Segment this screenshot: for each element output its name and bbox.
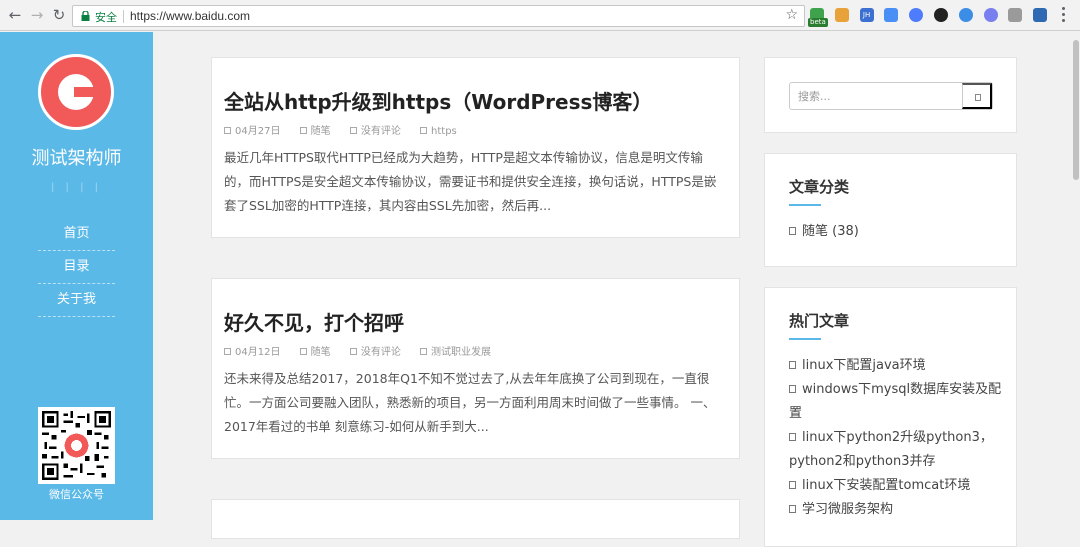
screenshot-ext-icon[interactable] xyxy=(1008,8,1023,22)
post-meta: 04月27日 随笔 没有评论 https xyxy=(224,122,473,137)
hot-posts-widget: 热门文章 linux下配置java环境 windows下mysql数据库安装及配… xyxy=(764,287,1017,547)
document-icon xyxy=(789,385,796,393)
clock-icon xyxy=(224,348,231,355)
post-category[interactable]: 随笔 xyxy=(299,343,331,358)
hot-post-item[interactable]: windows下mysql数据库安装及配置 xyxy=(789,378,1004,426)
category-label[interactable]: 随笔 (38) xyxy=(802,224,859,239)
post-tag-text[interactable]: 测试职业发展 xyxy=(431,347,491,358)
beta-badge: beta xyxy=(808,18,828,27)
reload-button[interactable]: ↻ xyxy=(50,6,68,24)
post-title[interactable]: 全站从http升级到https（WordPress博客） xyxy=(224,86,652,115)
shield-ext-icon[interactable] xyxy=(909,8,924,22)
wechat-qr-code xyxy=(38,407,115,484)
document-icon xyxy=(789,361,796,369)
qr-code-image xyxy=(42,411,111,480)
bookmark-star-icon[interactable]: ☆ xyxy=(785,7,798,23)
forward-button[interactable]: → xyxy=(28,6,46,24)
site-logo[interactable] xyxy=(38,54,114,130)
widget-title: 热门文章 xyxy=(789,312,850,330)
post-meta: 04月12日 随笔 没有评论 测试职业发展 xyxy=(224,343,507,358)
folder-icon xyxy=(299,348,307,355)
scrollbar-thumb[interactable] xyxy=(1073,40,1079,180)
hot-post-item[interactable]: linux下配置java环境 xyxy=(789,354,1004,378)
sidebar-nav: 首页 目录 关于我 xyxy=(38,218,115,317)
sidebar-item-catalog[interactable]: 目录 xyxy=(38,251,115,284)
page-scrollbar[interactable] xyxy=(1072,32,1080,520)
post-category-text[interactable]: 随笔 xyxy=(311,347,331,358)
post-date: 04月12日 xyxy=(224,343,280,358)
k-ext-icon[interactable] xyxy=(934,8,948,22)
search-input[interactable] xyxy=(790,83,962,109)
sidebar-item-about[interactable]: 关于我 xyxy=(38,284,115,317)
qr-caption: 微信公众号 xyxy=(49,488,104,501)
document-icon xyxy=(789,505,796,513)
folder-icon xyxy=(299,127,307,134)
post-comments-text[interactable]: 没有评论 xyxy=(361,347,401,358)
hot-post-list: linux下配置java环境 windows下mysql数据库安装及配置 lin… xyxy=(789,354,1004,522)
address-bar[interactable]: 安全 https://www.baidu.com ☆ xyxy=(72,5,805,27)
search-widget xyxy=(764,57,1017,133)
post-card: 好久不见，打个招呼 04月12日 随笔 没有评论 测试职业发展 还未来得及总结2… xyxy=(211,278,740,459)
post-card xyxy=(211,499,740,539)
post-date-text: 04月27日 xyxy=(235,126,281,137)
post-tag[interactable]: 测试职业发展 xyxy=(420,343,491,358)
tag-icon xyxy=(420,348,428,355)
post-tag[interactable]: https xyxy=(420,126,457,137)
comment-icon xyxy=(349,127,357,134)
post-tag-text[interactable]: https xyxy=(431,126,457,137)
hot-post-item[interactable]: linux下python2升级python3，python2和python3并存 xyxy=(789,426,1004,474)
site-tagline: | | | | xyxy=(50,182,102,193)
site-title[interactable]: 测试架构师 xyxy=(0,144,153,170)
jh-icon[interactable]: JH xyxy=(859,8,874,22)
sidebar-item-home[interactable]: 首页 xyxy=(38,218,115,251)
back-button[interactable]: ← xyxy=(6,6,24,24)
post-card: 全站从http升级到https（WordPress博客） 04月27日 随笔 没… xyxy=(211,57,740,238)
translate-icon[interactable] xyxy=(884,8,899,22)
clock-icon xyxy=(224,127,231,134)
hot-post-link[interactable]: linux下python2升级python3，python2和python3并存 xyxy=(789,430,993,469)
hot-post-item[interactable]: linux下安装配置tomcat环境 xyxy=(789,474,1004,498)
post-comments-text[interactable]: 没有评论 xyxy=(361,126,401,137)
browser-toolbar: ← → ↻ 安全 https://www.baidu.com ☆ JH beta xyxy=(0,0,1080,31)
hot-post-link[interactable]: 学习微服务架构 xyxy=(802,502,893,517)
hot-post-item[interactable]: 学习微服务架构 xyxy=(789,498,1004,522)
url-separator xyxy=(123,10,124,23)
widget-title-underline xyxy=(789,338,821,340)
tag-icon xyxy=(420,127,428,134)
cookie-icon[interactable] xyxy=(834,8,849,22)
comment-icon xyxy=(349,348,357,355)
search-box xyxy=(789,82,993,110)
widget-title-underline xyxy=(789,204,821,206)
post-category[interactable]: 随笔 xyxy=(299,122,331,137)
post-title[interactable]: 好久不见，打个招呼 xyxy=(224,307,404,336)
link-ext-icon[interactable] xyxy=(958,8,973,22)
folder-icon xyxy=(789,227,796,235)
post-date-text: 04月12日 xyxy=(235,347,281,358)
secure-label: 安全 xyxy=(95,11,117,24)
category-item[interactable]: 随笔 (38) xyxy=(789,220,1004,244)
post-excerpt: 最近几年HTTPS取代HTTP已经成为大趋势，HTTP是超文本传输协议，信息是明… xyxy=(224,150,717,213)
category-list: 随笔 (38) xyxy=(789,220,1004,244)
widget-title: 文章分类 xyxy=(789,178,850,196)
vpn-ext-icon[interactable] xyxy=(1033,8,1048,22)
left-sidebar: 测试架构师 | | | | 首页 目录 关于我 微信公众号 xyxy=(0,32,153,520)
post-comments[interactable]: 没有评论 xyxy=(349,122,401,137)
document-icon xyxy=(789,433,796,441)
post-category-text[interactable]: 随笔 xyxy=(311,126,331,137)
search-button[interactable] xyxy=(962,83,992,109)
hot-post-link[interactable]: windows下mysql数据库安装及配置 xyxy=(789,382,1001,421)
chrome-ext-icon[interactable] xyxy=(983,8,998,22)
browser-menu-icon[interactable] xyxy=(1062,7,1066,23)
url-text[interactable]: https://www.baidu.com xyxy=(130,9,250,23)
post-comments[interactable]: 没有评论 xyxy=(349,343,401,358)
lock-icon xyxy=(81,11,90,21)
document-icon xyxy=(789,481,796,489)
categories-widget: 文章分类 随笔 (38) xyxy=(764,153,1017,267)
search-icon xyxy=(975,94,981,101)
post-excerpt: 还未来得及总结2017，2018年Q1不知不觉过去了,从去年年底换了公司到现在，… xyxy=(224,371,716,434)
hot-post-link[interactable]: linux下安装配置tomcat环境 xyxy=(802,478,970,493)
post-date: 04月27日 xyxy=(224,122,280,137)
hot-post-link[interactable]: linux下配置java环境 xyxy=(802,358,926,373)
